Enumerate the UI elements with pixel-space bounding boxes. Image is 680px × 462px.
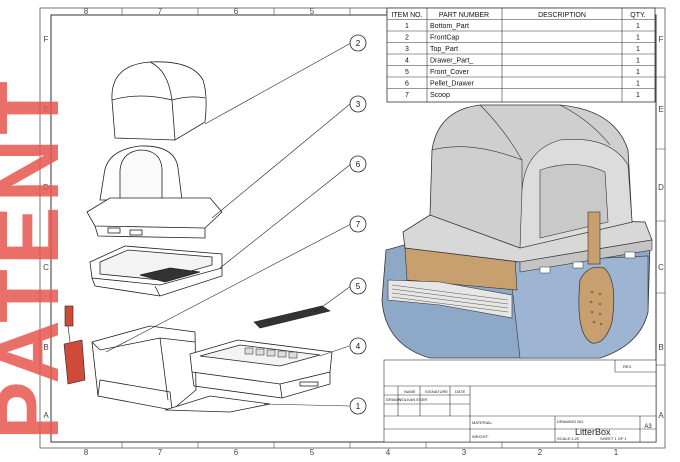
bom-header-part: PART NUMBER [439,12,489,19]
col-label-bottom: 7 [158,448,163,457]
bom-header-qty: QTY. [630,12,645,19]
balloon-label: 5 [356,282,361,291]
bom-item-no: 2 [405,35,409,42]
title-block-signature-header: SIGNATURE [425,389,448,394]
part-top [86,145,223,239]
bom-qty: 1 [636,58,640,65]
row-label-left: F [44,35,49,44]
row-label-right: D [658,183,664,192]
bom-header-item: ITEM NO. [391,12,422,19]
bom-item-no: 1 [405,23,409,30]
bom-part-number: Scoop [430,92,450,99]
balloon-label: 6 [356,160,361,169]
bom-part-number: Top_Part [430,46,458,53]
bom-qty: 1 [636,92,640,99]
title-block-date-header: DATE [455,389,466,394]
part-drawer [189,339,333,399]
col-label-bottom: 1 [614,448,619,457]
title-block-title: LitterBox [575,427,611,437]
col-label-bottom: 4 [386,448,391,457]
drawing-canvas: 8 7 6 5 4 3 2 1 8 7 6 5 4 3 2 1 F E D C … [0,7,666,457]
balloon-label: 3 [356,100,361,109]
col-label-top: 8 [84,7,89,16]
balloon-label: 2 [356,39,361,48]
col-label-bottom: 2 [538,448,543,457]
row-label-right: E [658,105,663,114]
bom-qty: 1 [636,81,640,88]
title-block-size: A3 [644,424,652,430]
part-pellet-drawer [89,245,223,297]
bom-header-desc: DESCRIPTION [538,12,586,19]
col-label-top: 6 [234,7,239,16]
row-label-right: F [659,35,664,44]
balloon-label: 1 [356,402,361,411]
row-label-right: C [658,263,664,272]
bom-qty: 1 [636,35,640,42]
title-block-weight: WEIGHT: [472,434,489,439]
col-label-bottom: 3 [462,448,467,457]
patent-watermark: PATENT [0,77,77,440]
title-block-drawn-by: VOLKAN ESER [399,397,427,402]
part-frontcap [111,61,207,141]
row-label-right: A [658,411,664,420]
drawing-sheet: 8 7 6 5 4 3 2 1 8 7 6 5 4 3 2 1 F E D C … [0,0,680,457]
bom-item-no: 6 [405,81,409,88]
bom-qty: 1 [636,23,640,30]
bom-item-no: 4 [405,58,409,65]
bom-item-no: 3 [405,46,409,53]
bom-table: ITEM NO. PART NUMBER DESCRIPTION QTY. 1 … [386,7,656,103]
col-label-top: 7 [158,7,163,16]
col-label-bottom: 6 [234,448,239,457]
bom-item-no: 7 [405,92,409,99]
title-block-material: MATERIAL: [472,420,493,425]
title-block-name-header: NAME [404,389,416,394]
col-label-bottom: 5 [310,448,315,457]
title-block-dwg-no-label: DRAWING NO. [557,419,584,424]
bom-part-number: Pellet_Drawer [430,81,475,88]
bom-part-number: Bottom_Part [430,23,469,30]
bom-qty: 1 [636,46,640,53]
bom-part-number: FrontCap [430,35,459,42]
balloon-label: 7 [356,220,361,229]
assembled-render [381,104,653,359]
balloon-label: 4 [356,342,361,351]
col-label-top: 5 [310,7,315,16]
bom-qty: 1 [636,69,640,76]
row-label-right: B [658,343,663,352]
title-block-rev: REV. [623,364,632,369]
col-label-bottom: 8 [84,448,89,457]
bom-item-no: 5 [405,69,409,76]
bom-part-number: Drawer_Part_ [430,58,473,65]
bom-part-number: Front_Cover [430,69,470,76]
